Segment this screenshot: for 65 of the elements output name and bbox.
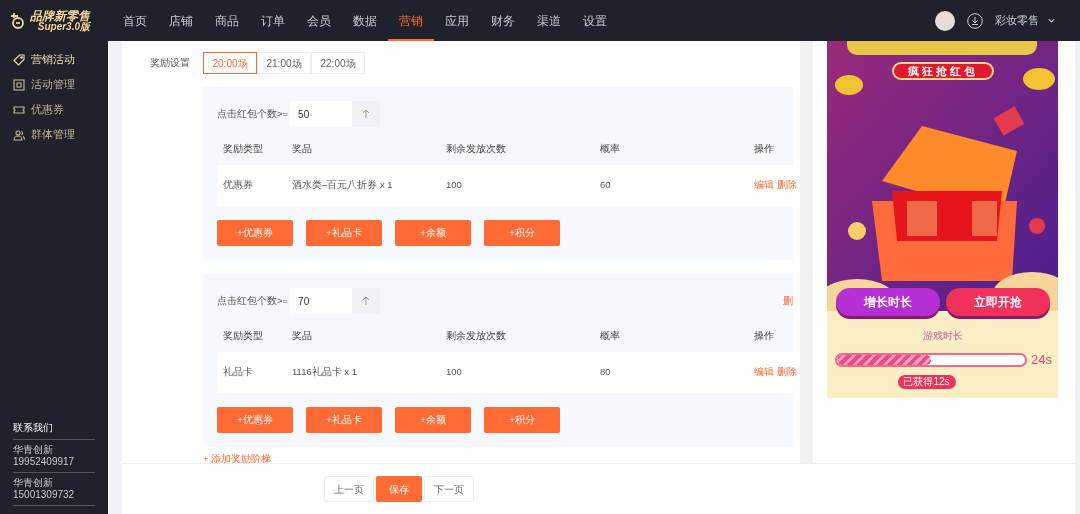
column-header: 奖励类型 — [222, 142, 264, 157]
sidebar-item[interactable]: 营销活动 — [0, 47, 108, 72]
table-cell-text: 酒水类–百元八折券 x 1 — [291, 178, 394, 193]
store-menu[interactable]: 彩妆零售 — [995, 12, 1056, 29]
contact-phone: 15001309732 — [13, 489, 76, 501]
timer-total: 24s — [1031, 351, 1052, 369]
sidebar-item[interactable]: 优惠券 — [0, 97, 108, 122]
arrow-up-icon — [361, 109, 372, 119]
column-header: 概率 — [599, 329, 621, 344]
poster-button[interactable]: 增长时长 — [835, 288, 940, 316]
tag-icon — [13, 53, 25, 66]
field-label: 点击红包个数>= — [217, 106, 289, 121]
session-tab[interactable]: 21:00场 — [257, 52, 311, 74]
table-cell-text: 礼品卡 — [222, 365, 254, 380]
table-cell-text: 100 — [445, 365, 463, 380]
count-input[interactable]: 50 — [290, 101, 353, 127]
nav-tab[interactable]: 设置 — [572, 0, 618, 41]
download-icon[interactable] — [967, 12, 983, 29]
logo-text: 品牌新零售 — [30, 9, 90, 22]
column-header: 剩余发放次数 — [445, 142, 507, 157]
column-header: 奖励类型 — [222, 329, 264, 344]
timer-label: 游戏时长 — [922, 329, 963, 343]
nav-tab[interactable]: 财务 — [480, 0, 526, 41]
contact-phone: 19952409917 — [13, 456, 76, 468]
poster-banner: 疯狂抢红包 — [891, 62, 994, 80]
column-header: 操作 — [753, 329, 775, 344]
field-label: 点击红包个数>= — [217, 293, 289, 308]
session-tab[interactable]: 22:00场 — [311, 52, 365, 74]
column-header: 操作 — [753, 142, 775, 157]
nav-tab[interactable]: 数据 — [342, 0, 388, 41]
column-header: 概率 — [599, 142, 621, 157]
footer-button[interactable]: 上一页 — [323, 476, 374, 502]
logo-subtitle: Super3.0版 — [37, 21, 90, 32]
users-icon — [13, 128, 25, 141]
earned-badge: 已获得12s — [897, 374, 956, 389]
nav-tab[interactable]: 渠道 — [526, 0, 572, 41]
contact-name: 华青创新 — [13, 444, 54, 456]
nav-tab[interactable]: 订单 — [250, 0, 296, 41]
nav-tab[interactable]: 店铺 — [158, 0, 204, 41]
table-cell-text: 80 — [599, 365, 612, 380]
count-input[interactable]: 70 — [290, 288, 353, 314]
sidebar-item[interactable]: 活动管理 — [0, 72, 108, 97]
table-cell-text: 100 — [445, 178, 463, 193]
column-header: 奖品 — [291, 329, 313, 344]
avatar[interactable] — [935, 10, 955, 31]
footer-button[interactable]: 下一页 — [423, 476, 474, 502]
poster-button[interactable]: 立即开抢 — [945, 288, 1050, 316]
nav-tab[interactable]: 应用 — [434, 0, 480, 41]
arrow-up-icon — [361, 296, 372, 306]
table-cell-text: 60 — [599, 178, 612, 193]
ticket-icon — [13, 103, 25, 116]
board-icon — [13, 78, 25, 91]
nav-tab[interactable]: 首页 — [112, 0, 158, 41]
table-cell-text: 1116礼品卡 x 1 — [291, 365, 359, 380]
sidebar-item[interactable]: 群体管理 — [0, 122, 108, 147]
contact-title: 联系我们 — [13, 420, 95, 440]
column-header: 剩余发放次数 — [445, 329, 507, 344]
column-header: 奖品 — [291, 142, 313, 157]
table-cell-text: 优惠券 — [222, 178, 254, 193]
nav-tab[interactable]: 商品 — [204, 0, 250, 41]
field-label: 奖励设置 — [150, 55, 191, 70]
chevron-down-icon — [1047, 16, 1056, 25]
nav-tab[interactable]: 会员 — [296, 0, 342, 41]
logo-icon — [8, 11, 26, 30]
contact-name: 华青创新 — [13, 477, 54, 489]
